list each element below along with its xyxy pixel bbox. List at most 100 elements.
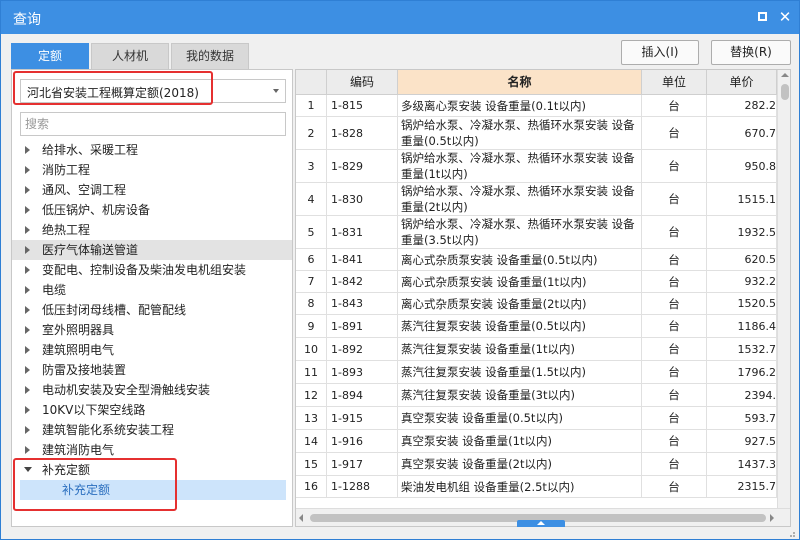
table-row[interactable]: 10 1-892 蒸汽往复泵安装 设备重量(1t以内) 台 1532.7 [296, 338, 777, 361]
vertical-scrollbar[interactable] [777, 70, 790, 508]
caret-right-icon[interactable] [25, 426, 30, 434]
row-index: 11 [296, 361, 327, 384]
resize-grip-icon[interactable] [786, 528, 796, 538]
table-row[interactable]: 14 1-916 真空泵安装 设备重量(1t以内) 台 927.5 [296, 430, 777, 453]
caret-right-icon[interactable] [25, 186, 30, 194]
row-price: 1520.5 [707, 293, 777, 315]
row-price: 1932.5 [707, 216, 777, 249]
caret-right-icon[interactable] [25, 246, 30, 254]
table-row[interactable]: 16 1-1288 柴油发电机组 设备重量(2.5t以内) 台 2315.7 [296, 476, 777, 498]
caret-right-icon[interactable] [25, 446, 30, 454]
search-input[interactable] [20, 112, 286, 136]
caret-right-icon[interactable] [25, 326, 30, 334]
row-name: 锅炉给水泵、冷凝水泵、热循环水泵安装 设备重量(0.5t以内) [398, 117, 642, 150]
row-index: 14 [296, 430, 327, 453]
table-row[interactable]: 1 1-815 多级离心泵安装 设备重量(0.1t以内) 台 282.2 [296, 95, 777, 117]
caret-right-icon[interactable] [25, 146, 30, 154]
query-window: 查询 ✕ 定额 人材机 我的数据 插入(I) 替换(R) 河北省安装工程概算定额… [0, 0, 800, 540]
tab-my-data[interactable]: 我的数据 [171, 43, 249, 69]
row-index: 3 [296, 150, 327, 183]
tree-item-label: 电缆 [42, 283, 67, 297]
caret-right-icon[interactable] [25, 406, 30, 414]
tree-item[interactable]: 变配电、控制设备及柴油发电机组安装 [12, 260, 292, 280]
caret-right-icon[interactable] [25, 366, 30, 374]
scroll-right-icon[interactable] [770, 514, 774, 522]
tree-item[interactable]: 绝热工程 [12, 220, 292, 240]
row-unit: 台 [642, 384, 707, 407]
caret-right-icon[interactable] [25, 266, 30, 274]
row-code: 1-830 [327, 183, 398, 216]
table-row[interactable]: 15 1-917 真空泵安装 设备重量(2t以内) 台 1437.3 [296, 453, 777, 476]
row-price: 670.7 [707, 117, 777, 150]
tree-item-label: 电动机安装及安全型滑触线安装 [42, 383, 211, 397]
row-price: 593.7 [707, 407, 777, 430]
table-row[interactable]: 8 1-843 离心式杂质泵安装 设备重量(2t以内) 台 1520.5 [296, 293, 777, 315]
caret-right-icon[interactable] [25, 386, 30, 394]
header-unit[interactable]: 单位 [642, 70, 707, 95]
tree-item-label: 变配电、控制设备及柴油发电机组安装 [42, 263, 247, 277]
tree-item[interactable]: 消防工程 [12, 160, 292, 180]
table-row[interactable]: 13 1-915 真空泵安装 设备重量(0.5t以内) 台 593.7 [296, 407, 777, 430]
row-index: 16 [296, 476, 327, 498]
tree-item[interactable]: 防雷及接地装置 [12, 360, 292, 380]
caret-right-icon[interactable] [25, 206, 30, 214]
table-row[interactable]: 3 1-829 锅炉给水泵、冷凝水泵、热循环水泵安装 设备重量(1t以内) 台 950.… [296, 150, 777, 183]
row-price: 1186.4 [707, 315, 777, 338]
tree-item[interactable]: 10KV以下架空线路 [12, 400, 292, 420]
tree-item[interactable]: 给排水、采暖工程 [12, 140, 292, 160]
table-row[interactable]: 12 1-894 蒸汽往复泵安装 设备重量(3t以内) 台 2394. [296, 384, 777, 407]
tree-item[interactable]: 电缆 [12, 280, 292, 300]
header-index[interactable] [296, 70, 327, 95]
row-name: 柴油发电机组 设备重量(2.5t以内) [398, 476, 642, 498]
row-price: 1437.3 [707, 453, 777, 476]
tree-item[interactable]: 建筑消防电气 [12, 440, 292, 460]
row-price: 1532.7 [707, 338, 777, 361]
category-tree: 给排水、采暖工程 消防工程 通风、空调工程 低压锅炉、机房设备 绝热工程 医疗气… [12, 140, 292, 500]
caret-right-icon[interactable] [25, 166, 30, 174]
tree-item[interactable]: 低压锅炉、机房设备 [12, 200, 292, 220]
tab-labor-material-machine[interactable]: 人材机 [91, 43, 169, 69]
tree-item[interactable]: 室外照明器具 [12, 320, 292, 340]
restore-icon[interactable] [753, 8, 771, 26]
table-row[interactable]: 4 1-830 锅炉给水泵、冷凝水泵、热循环水泵安装 设备重量(2t以内) 台 1515… [296, 183, 777, 216]
close-icon[interactable]: ✕ [776, 8, 794, 26]
tree-item-label: 低压锅炉、机房设备 [42, 203, 151, 217]
caret-right-icon[interactable] [25, 226, 30, 234]
tree-item[interactable]: 通风、空调工程 [12, 180, 292, 200]
highlight-box [13, 458, 177, 511]
tree-item[interactable]: 电动机安装及安全型滑触线安装 [12, 380, 292, 400]
row-code: 1-841 [327, 249, 398, 271]
row-price: 620.5 [707, 249, 777, 271]
tree-item-label: 通风、空调工程 [42, 183, 127, 197]
tree-item-selected[interactable]: 医疗气体输送管道 [12, 240, 292, 260]
row-unit: 台 [642, 453, 707, 476]
caret-right-icon[interactable] [25, 286, 30, 294]
row-name: 离心式杂质泵安装 设备重量(2t以内) [398, 293, 642, 315]
tree-item-label: 室外照明器具 [42, 323, 115, 337]
table-row[interactable]: 7 1-842 离心式杂质泵安装 设备重量(1t以内) 台 932.2 [296, 271, 777, 293]
row-unit: 台 [642, 249, 707, 271]
table-row[interactable]: 5 1-831 锅炉给水泵、冷凝水泵、热循环水泵安装 设备重量(3.5t以内) 台 19… [296, 216, 777, 249]
table-row[interactable]: 9 1-891 蒸汽往复泵安装 设备重量(0.5t以内) 台 1186.4 [296, 315, 777, 338]
vertical-scroll-thumb[interactable] [781, 84, 789, 100]
row-code: 1-917 [327, 453, 398, 476]
header-name[interactable]: 名称 [398, 70, 642, 95]
tree-item[interactable]: 低压封闭母线槽、配管配线 [12, 300, 292, 320]
scroll-up-icon[interactable] [781, 73, 789, 77]
replace-button[interactable]: 替换(R) [711, 40, 791, 65]
tab-quota[interactable]: 定额 [11, 43, 89, 69]
tree-item[interactable]: 建筑照明电气 [12, 340, 292, 360]
header-code[interactable]: 编码 [327, 70, 398, 95]
title-bar[interactable]: 查询 ✕ [1, 1, 799, 34]
insert-button[interactable]: 插入(I) [621, 40, 699, 65]
tree-item[interactable]: 建筑智能化系统安装工程 [12, 420, 292, 440]
header-price[interactable]: 单价 [707, 70, 777, 95]
table-row[interactable]: 11 1-893 蒸汽往复泵安装 设备重量(1.5t以内) 台 1796.2 [296, 361, 777, 384]
scroll-left-icon[interactable] [299, 514, 303, 522]
table-row[interactable]: 6 1-841 离心式杂质泵安装 设备重量(0.5t以内) 台 620.5 [296, 249, 777, 271]
collapse-panel-handle[interactable] [517, 520, 565, 527]
caret-right-icon[interactable] [25, 306, 30, 314]
caret-right-icon[interactable] [25, 346, 30, 354]
row-index: 10 [296, 338, 327, 361]
table-row[interactable]: 2 1-828 锅炉给水泵、冷凝水泵、热循环水泵安装 设备重量(0.5t以内) 台 67… [296, 117, 777, 150]
